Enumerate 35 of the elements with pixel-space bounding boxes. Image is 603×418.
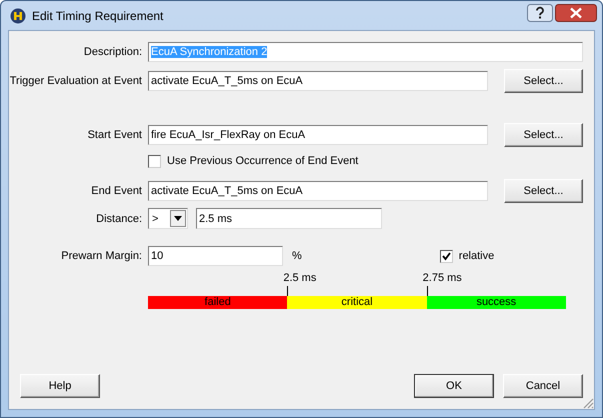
start-event-field[interactable]: fire EcuA_Isr_FlexRay on EcuA [148, 125, 488, 145]
help-button[interactable]: Help [20, 374, 100, 398]
window-title: Edit Timing Requirement [32, 8, 164, 22]
checkbox[interactable] [148, 154, 161, 168]
end-event-label: End Event [90, 185, 142, 197]
threshold-tick [287, 286, 288, 296]
select-button[interactable]: Select... [504, 69, 583, 93]
checkbox-label[interactable]: Use Previous Occurrence of End Event [167, 155, 358, 167]
scale-segment: success [426, 296, 566, 309]
select-button[interactable]: Select... [504, 179, 583, 203]
scale-segment: critical [287, 296, 427, 309]
cancel-button[interactable]: Cancel [503, 374, 583, 398]
description-label: Description: [82, 46, 142, 58]
percent-unit: % [292, 250, 302, 262]
trigger-event-field[interactable]: activate EcuA_T_5ms on EcuA [148, 71, 488, 91]
operator-dropdown[interactable]: > [148, 208, 188, 229]
start-event-label: Start Event [86, 129, 142, 141]
trigger-event-label: Trigger Evaluation at Event [9, 75, 142, 87]
app-icon [10, 8, 26, 24]
threshold-tick [426, 286, 428, 296]
scale-segment: failed [148, 296, 288, 309]
prewarn-margin-label: Prewarn Margin: [60, 250, 142, 262]
resize-grip-icon[interactable] [582, 397, 594, 409]
checkbox-label[interactable]: relative [458, 250, 494, 262]
threshold-label: 2.75 ms [422, 272, 462, 285]
distance-field[interactable]: 2.5 ms [196, 208, 382, 229]
select-button[interactable]: Select... [504, 123, 583, 147]
distance-label: Distance: [95, 212, 142, 224]
threshold-label: 2.5 ms [283, 272, 316, 285]
help-icon[interactable] [527, 4, 553, 22]
ok-button[interactable]: OK [414, 374, 494, 398]
prewarn-margin-field[interactable]: 10 [148, 246, 283, 266]
checkbox[interactable] [440, 250, 453, 262]
close-icon[interactable] [555, 4, 597, 22]
end-event-field[interactable]: activate EcuA_T_5ms on EcuA [148, 181, 488, 201]
